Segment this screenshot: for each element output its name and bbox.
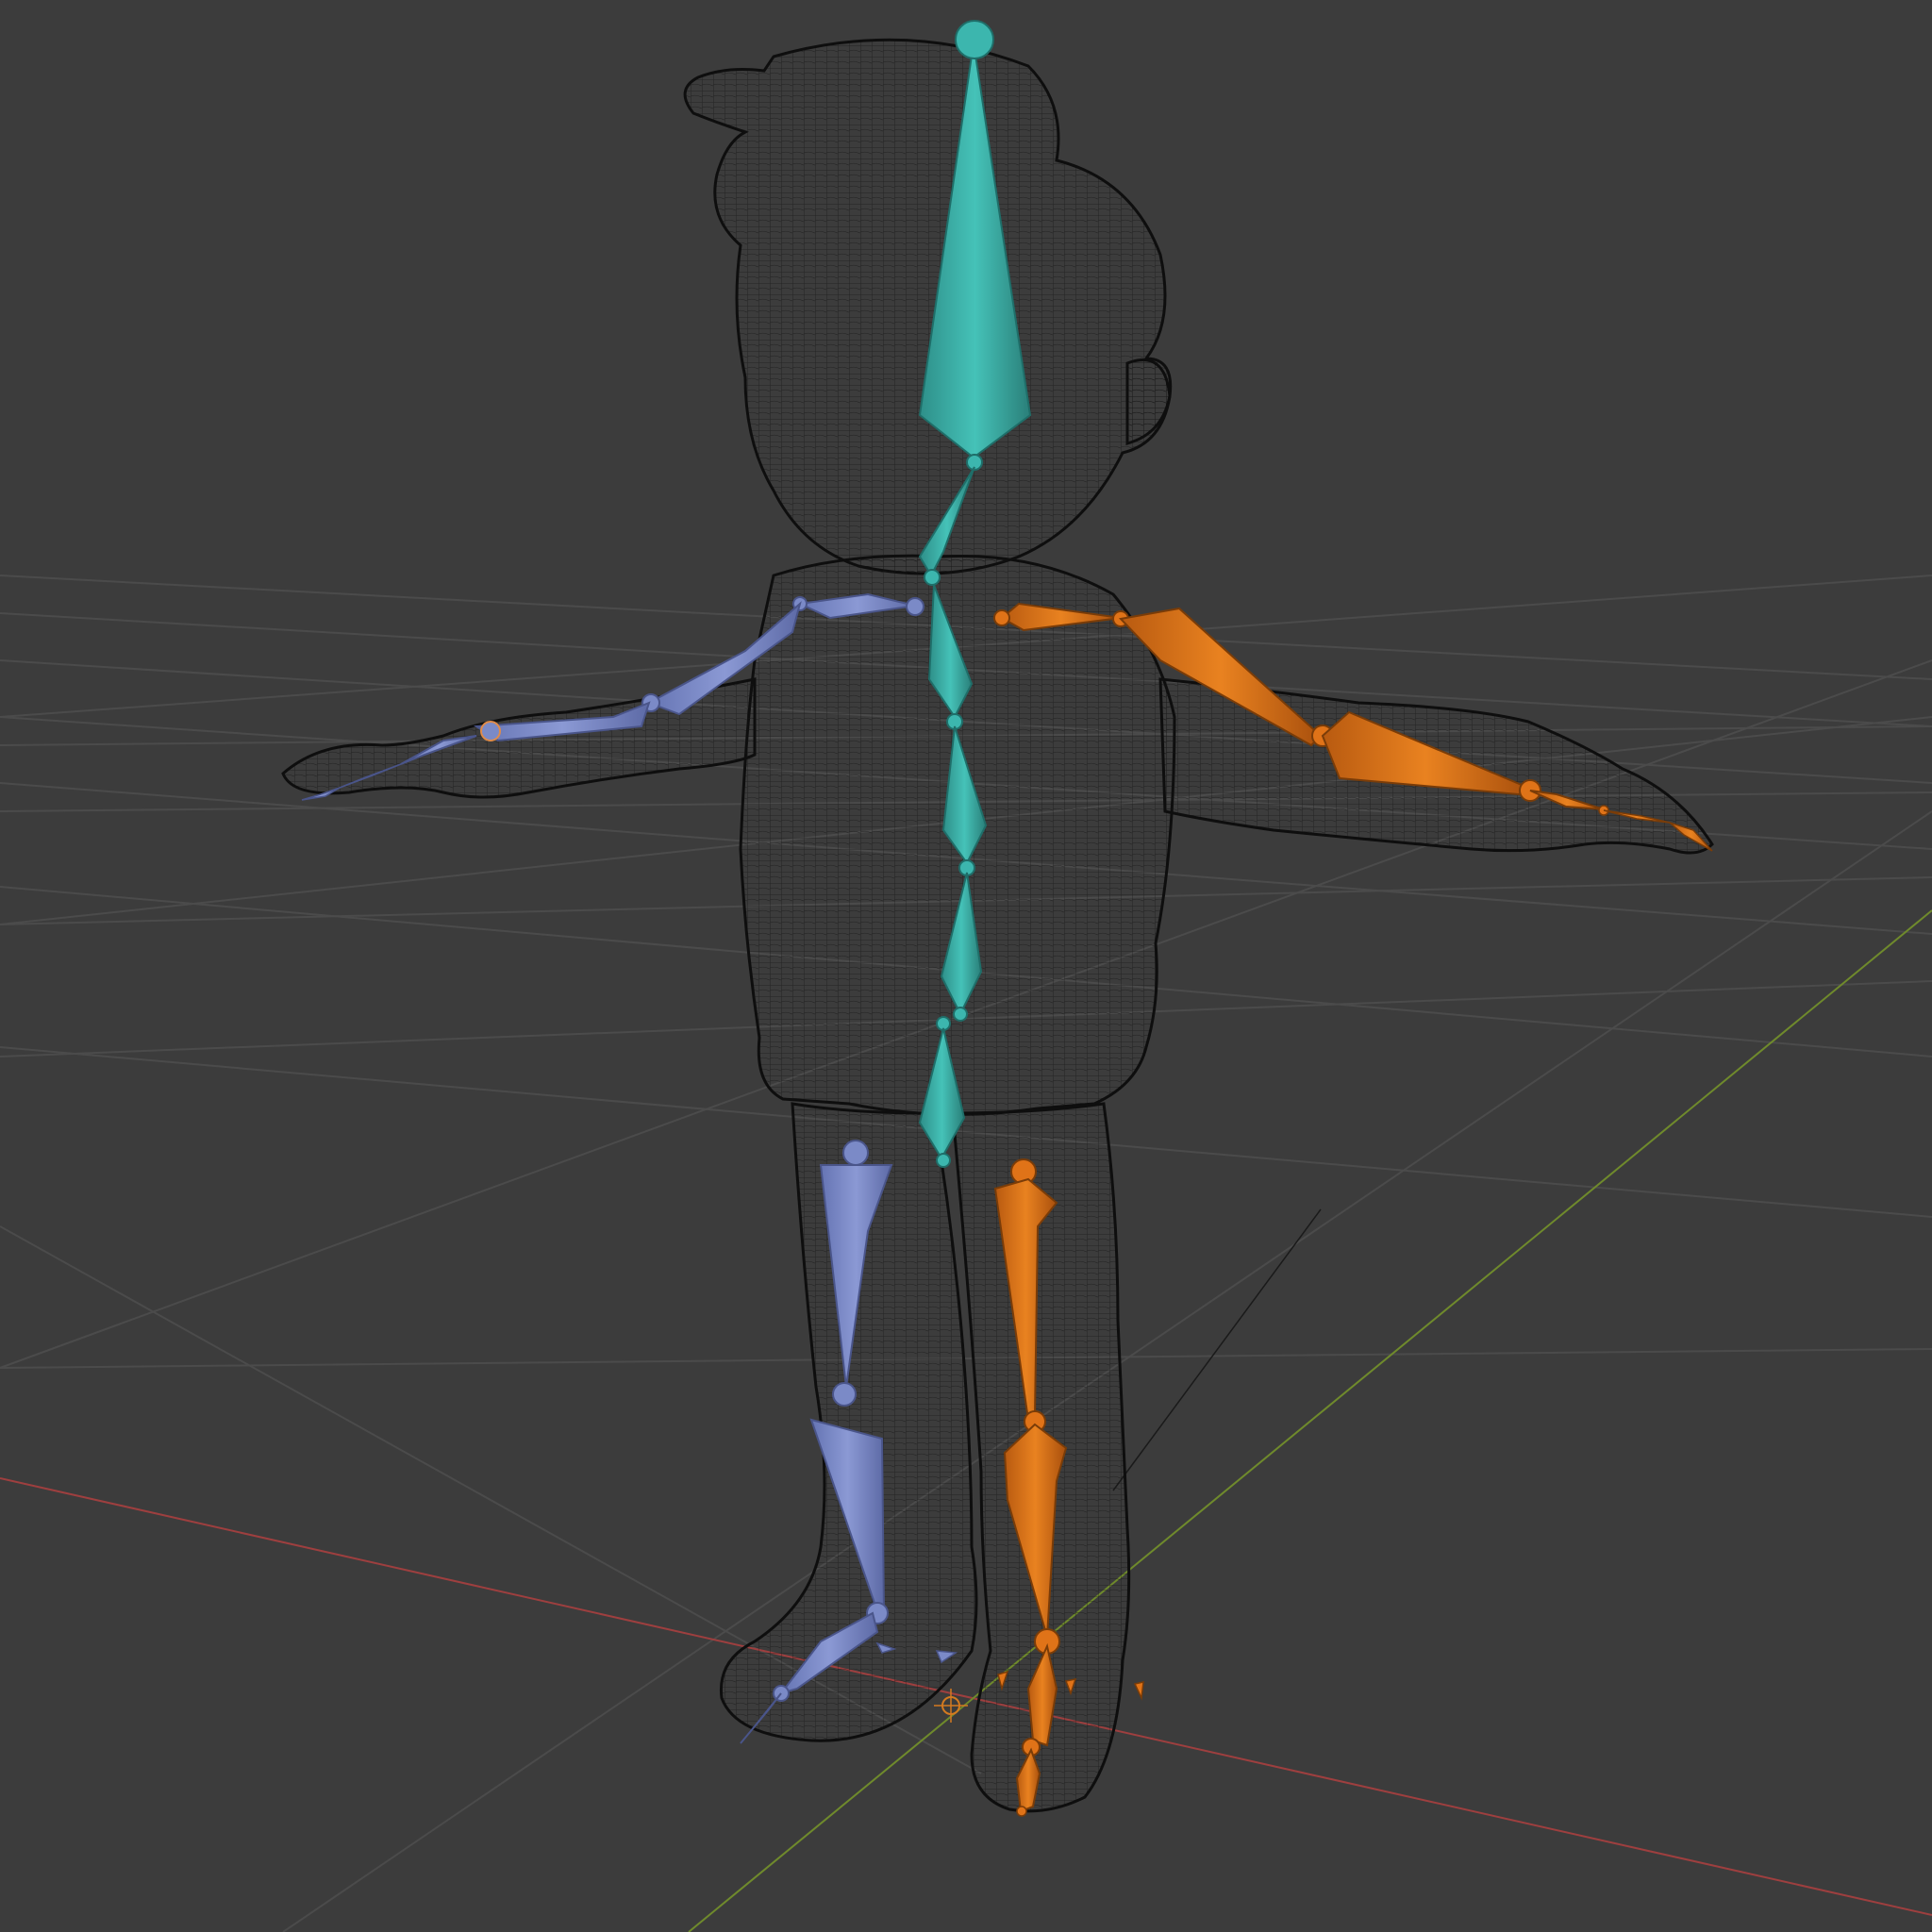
upper-chest-joint[interactable] [924, 569, 941, 586]
mesh-head [683, 38, 1173, 575]
wrist-r-joint-selected[interactable] [480, 721, 501, 741]
mesh-ear [1125, 358, 1172, 445]
3d-cursor-icon[interactable] [934, 1689, 968, 1723]
hip-r-joint[interactable] [842, 1140, 869, 1166]
armature-relation-line [1112, 1208, 1322, 1491]
spine-lower-joint[interactable] [953, 1007, 968, 1022]
shoulder-r-joint[interactable] [906, 597, 924, 616]
heel-l-bone-3[interactable] [1133, 1681, 1144, 1701]
knee-r-joint[interactable] [832, 1382, 857, 1407]
shoulder-l-joint[interactable] [993, 609, 1010, 626]
viewport-canvas[interactable] [0, 0, 1932, 1932]
hips-tail-joint[interactable] [936, 1153, 951, 1168]
3d-viewport[interactable] [0, 0, 1932, 1932]
toe-l-tip-joint[interactable] [1016, 1806, 1027, 1817]
head-bone-tip-joint[interactable] [955, 20, 994, 59]
